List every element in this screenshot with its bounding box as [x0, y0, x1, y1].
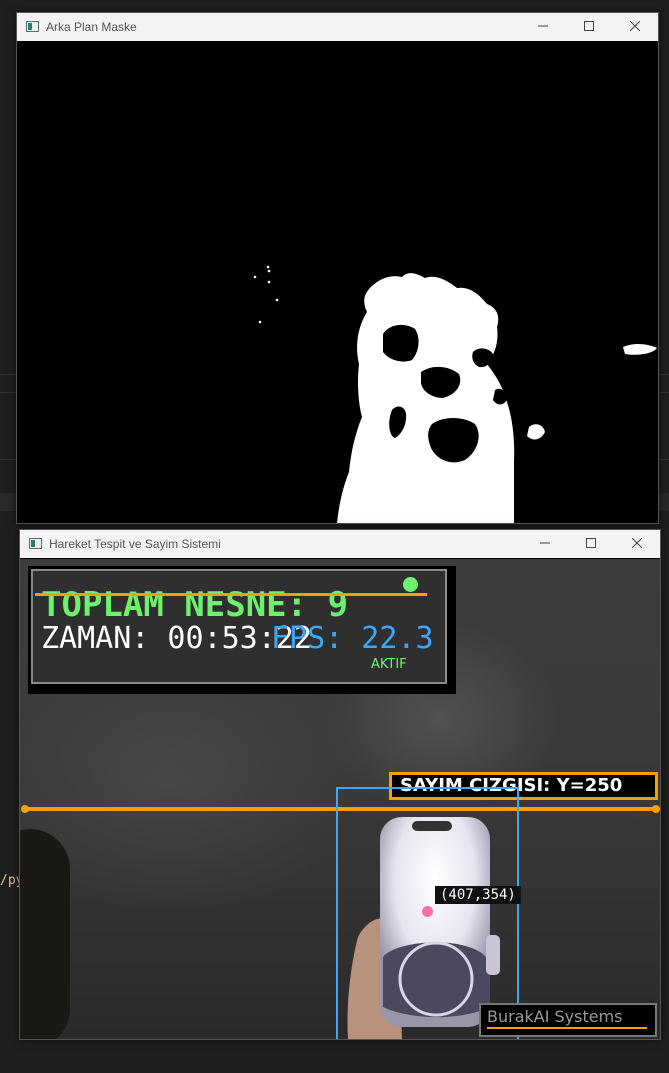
- tracking-window[interactable]: Hareket Tespit ve Sayim Sistemi TOPLAM N…: [19, 529, 661, 1040]
- maximize-icon: [586, 538, 596, 548]
- window-title: Hareket Tespit ve Sayim Sistemi: [49, 537, 221, 551]
- mask-canvas: [17, 42, 658, 523]
- minimize-button[interactable]: [520, 13, 566, 41]
- counting-line-start-marker: [21, 805, 29, 813]
- maximize-button[interactable]: [568, 530, 614, 558]
- window-app-icon: [26, 21, 39, 32]
- close-icon: [629, 20, 641, 32]
- camera-canvas: TOPLAM NESNE: 9 ZAMAN: 00:53:22 FPS: 22.…: [20, 559, 660, 1039]
- status-indicator-dot: [403, 577, 418, 592]
- hud-strike-line: [35, 593, 427, 596]
- counting-line-end-marker: [652, 805, 660, 813]
- watermark-box: BurakAI Systems: [479, 1003, 657, 1037]
- total-objects-label: TOPLAM NESNE: 9: [41, 585, 349, 625]
- tracking-window-titlebar[interactable]: Hareket Tespit ve Sayim Sistemi: [20, 530, 660, 558]
- window-title: Arka Plan Maske: [46, 20, 137, 34]
- minimize-button[interactable]: [522, 530, 568, 558]
- close-button[interactable]: [612, 13, 658, 41]
- object-centroid-dot: [422, 906, 433, 917]
- foreground-mask-image: [253, 265, 657, 523]
- window-app-icon: [29, 538, 42, 549]
- person-silhouette: [20, 829, 70, 1039]
- object-coordinates-label: (407,354): [435, 886, 521, 904]
- fps-label: FPS: 22.3: [271, 621, 434, 656]
- hud-panel: TOPLAM NESNE: 9 ZAMAN: 00:53:22 FPS: 22.…: [31, 569, 447, 684]
- mask-window-titlebar[interactable]: Arka Plan Maske: [17, 13, 658, 41]
- watermark-underline: [487, 1027, 647, 1029]
- close-icon: [631, 537, 643, 549]
- minimize-icon: [540, 542, 550, 544]
- status-label: AKTIF: [371, 657, 407, 672]
- maximize-button[interactable]: [566, 13, 612, 41]
- minimize-icon: [538, 25, 548, 27]
- watermark-text: BurakAI Systems: [487, 1007, 623, 1026]
- mask-window[interactable]: Arka Plan Maske: [16, 12, 659, 524]
- close-button[interactable]: [614, 530, 660, 558]
- maximize-icon: [584, 21, 594, 31]
